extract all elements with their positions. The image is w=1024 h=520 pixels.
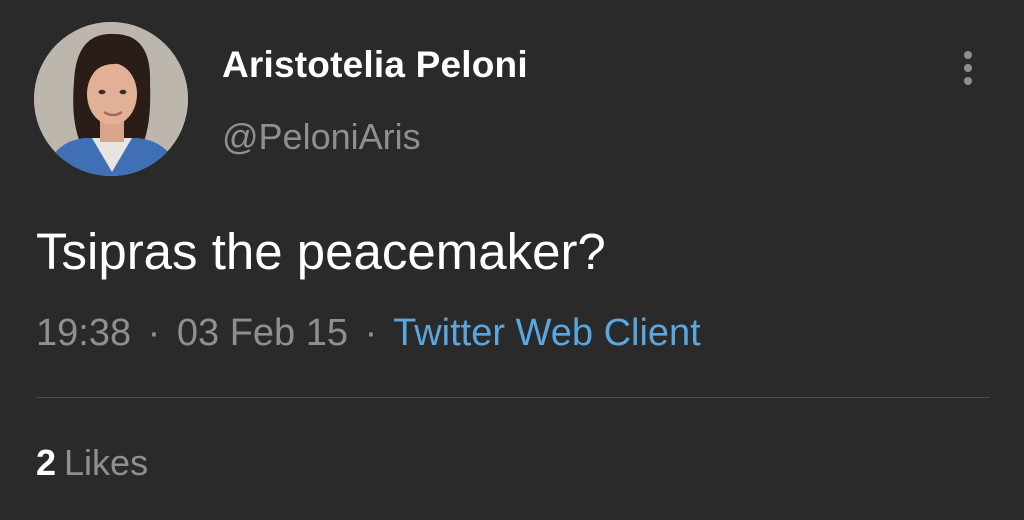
tweet-date: 03 Feb 15 [176, 312, 349, 354]
tweet-text: Tsipras the peacemaker? [36, 223, 606, 280]
more-vertical-icon-dot [964, 77, 972, 85]
more-vertical-icon [964, 51, 972, 59]
tweet-time: 19:38 [36, 312, 132, 354]
avatar[interactable] [34, 22, 188, 176]
meta-separator: · [147, 312, 161, 354]
meta-separator: · [364, 312, 378, 354]
author-handle[interactable]: @PeloniAris [222, 116, 421, 158]
more-vertical-icon-dot [964, 64, 972, 72]
likes-count[interactable]: 2 Likes [36, 442, 148, 484]
profile-photo [34, 22, 188, 176]
likes-label: Likes [64, 442, 149, 483]
more-options-button[interactable] [950, 46, 986, 90]
tweet-meta: 19:38 · 03 Feb 15 · Twitter Web Client [36, 312, 701, 355]
author-display-name[interactable]: Aristotelia Peloni [222, 44, 528, 86]
divider [36, 397, 990, 398]
tweet-source-link[interactable]: Twitter Web Client [393, 312, 701, 354]
likes-number: 2 [36, 442, 57, 483]
